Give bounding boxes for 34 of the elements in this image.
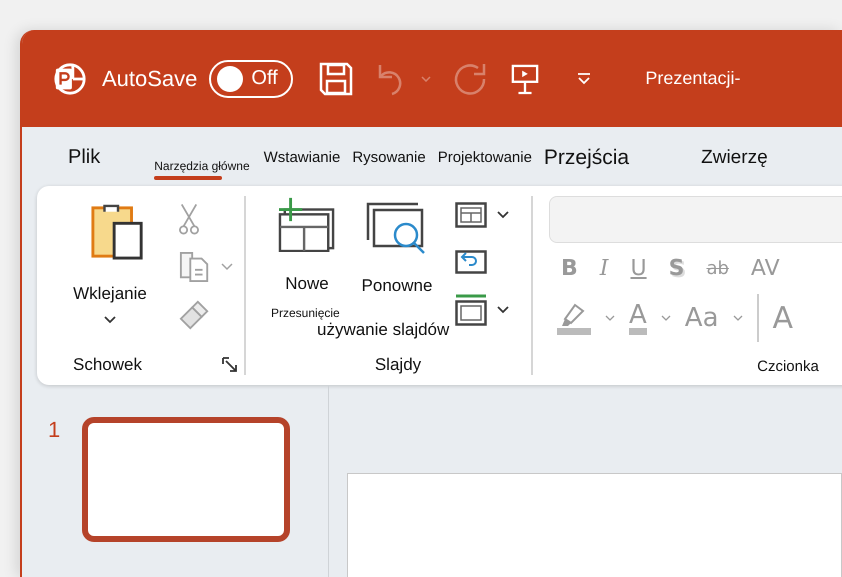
ribbon-tab[interactable]: Plik [62,136,106,180]
ribbon-tab[interactable]: Rysowanie [346,136,432,180]
paste-label[interactable]: Wklejanie [73,284,147,304]
chevron-icon[interactable] [104,316,116,324]
font-name-field[interactable] [549,196,842,243]
app-logo-icon [53,62,87,96]
section-icon[interactable] [455,294,487,326]
caret-icon[interactable] [497,211,509,219]
customize-menu-icon[interactable] [577,72,592,84]
ribbon-tab[interactable]: Przejścia [538,136,636,180]
caret-icon[interactable] [497,306,509,314]
ribbon-tab[interactable]: Zwierzę [695,136,774,180]
new-slide-icon[interactable] [277,196,337,252]
ribbon-tab[interactable]: Projektowanie [432,136,538,180]
reset-icon[interactable] [455,248,487,274]
autosave-toggle[interactable]: Off [209,60,294,98]
document-title: Prezentacji- [645,68,740,89]
slide-thumbnail[interactable] [82,417,290,542]
reuse-slides-label[interactable]: Ponowne [362,276,432,296]
ribbon-tab[interactable]: Narzędzia główne [148,127,256,182]
group-label: Slajdy [374,355,422,375]
autosave-label: AutoSave [102,66,198,92]
reuse-slides-label[interactable]: używanie slajdów [317,320,450,340]
slide-number: 1 [48,417,60,443]
dialog-launcher-icon[interactable] [222,357,238,373]
group-label: Czcionka [757,358,819,375]
highlighter-icon[interactable] [557,301,591,335]
ribbon-tab[interactable]: Wstawianie [258,136,346,180]
group-label: Schowek [73,355,142,375]
presenter-icon[interactable] [511,62,540,94]
save-icon[interactable] [319,62,354,96]
move-label[interactable]: Przesunięcie [271,306,531,320]
new-slide-label[interactable]: Nowe [285,274,329,294]
layout-icon[interactable] [455,202,487,228]
